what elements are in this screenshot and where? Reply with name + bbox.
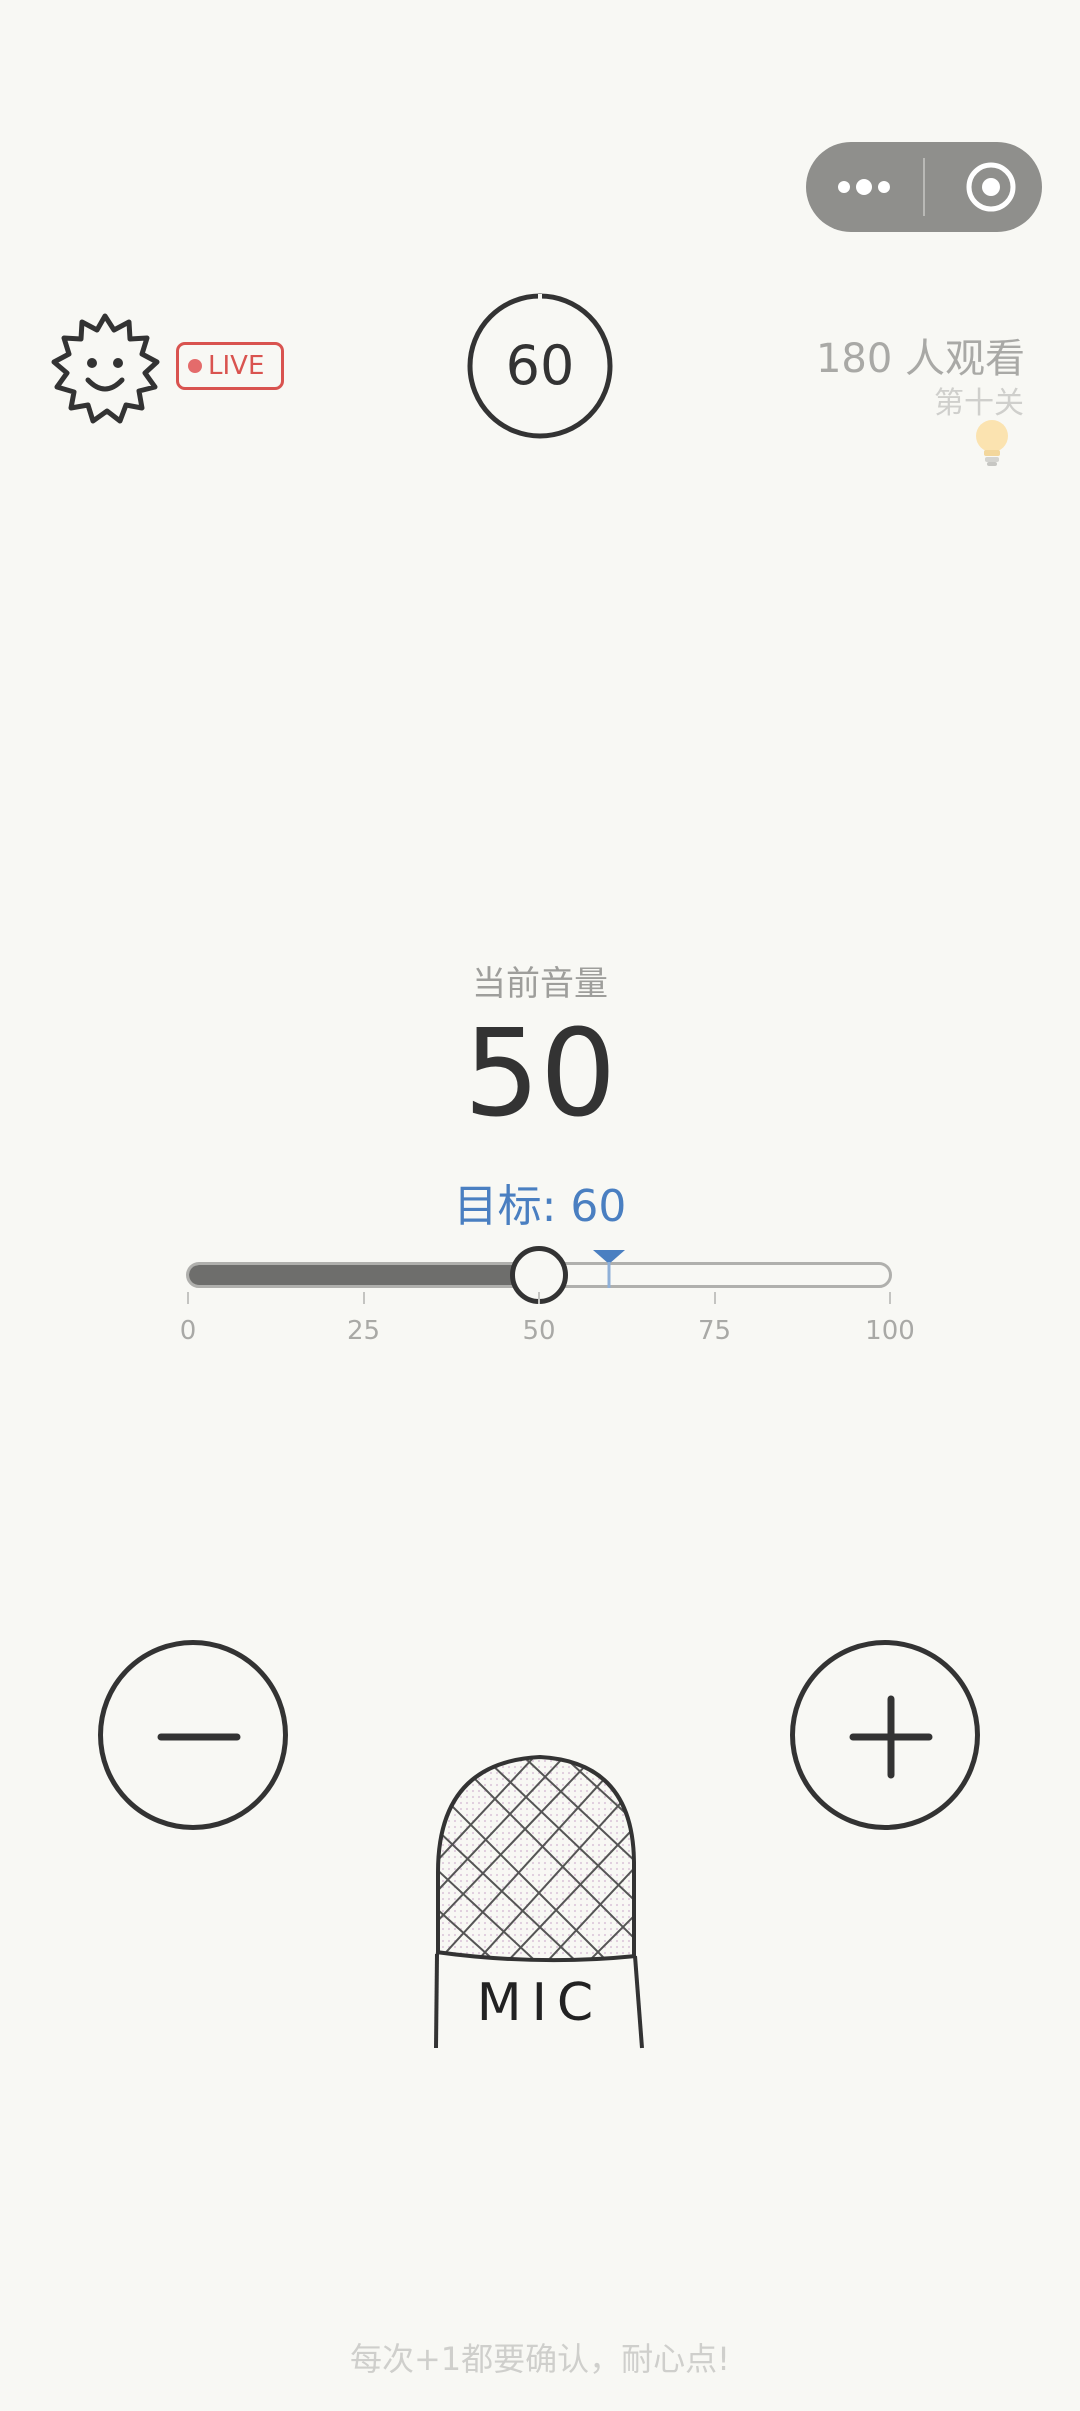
- viewer-count: 180 人观看: [815, 336, 1025, 382]
- scale-tick: [889, 1292, 891, 1304]
- scale-tick: [713, 1292, 716, 1304]
- close-button[interactable]: [925, 142, 1042, 232]
- target-marker-icon: [593, 1250, 626, 1288]
- more-button[interactable]: [806, 142, 923, 232]
- target-volume-label: 目标: 60: [453, 1181, 627, 1232]
- scale-tick: [538, 1292, 540, 1304]
- scale-tick-label: 75: [697, 1316, 732, 1346]
- increase-volume-button[interactable]: [790, 1640, 980, 1830]
- minus-icon: [157, 1733, 241, 1741]
- menu-capsule: [806, 142, 1042, 232]
- host-avatar-sun-icon[interactable]: [46, 310, 164, 428]
- more-dots-icon: [838, 179, 890, 195]
- game-screen: LIVE 60 180 人观看 第十关 当前音量 50 目标: 60 0 25 50…: [0, 0, 1080, 2411]
- scale-tick-label: 25: [346, 1316, 381, 1346]
- lightbulb-icon[interactable]: [972, 418, 1012, 468]
- volume-label: 当前音量: [472, 964, 608, 1004]
- plus-icon: [849, 1695, 933, 1779]
- live-dot-icon: [188, 359, 202, 373]
- mic-label: MIC: [477, 1973, 604, 2033]
- target-circle-icon: [966, 162, 1016, 212]
- live-label: LIVE: [208, 351, 265, 381]
- volume-slider-fill: [189, 1265, 540, 1285]
- live-badge: LIVE: [176, 342, 284, 390]
- footer-tip: 每次+1都要确认，耐心点!: [349, 2340, 730, 2378]
- scale-tick-label: 100: [865, 1316, 915, 1346]
- current-volume: 50: [463, 1005, 617, 1144]
- scale-tick: [362, 1292, 365, 1304]
- timer-value: 60: [505, 334, 575, 397]
- level-label: 第十关: [934, 386, 1024, 421]
- countdown-timer: 60: [466, 292, 614, 440]
- microphone-icon[interactable]: MIC: [428, 1752, 652, 2052]
- scale-tick: [187, 1292, 189, 1304]
- decrease-volume-button[interactable]: [98, 1640, 288, 1830]
- scale-tick-label: 50: [522, 1316, 556, 1346]
- scale-tick-label: 0: [179, 1316, 197, 1346]
